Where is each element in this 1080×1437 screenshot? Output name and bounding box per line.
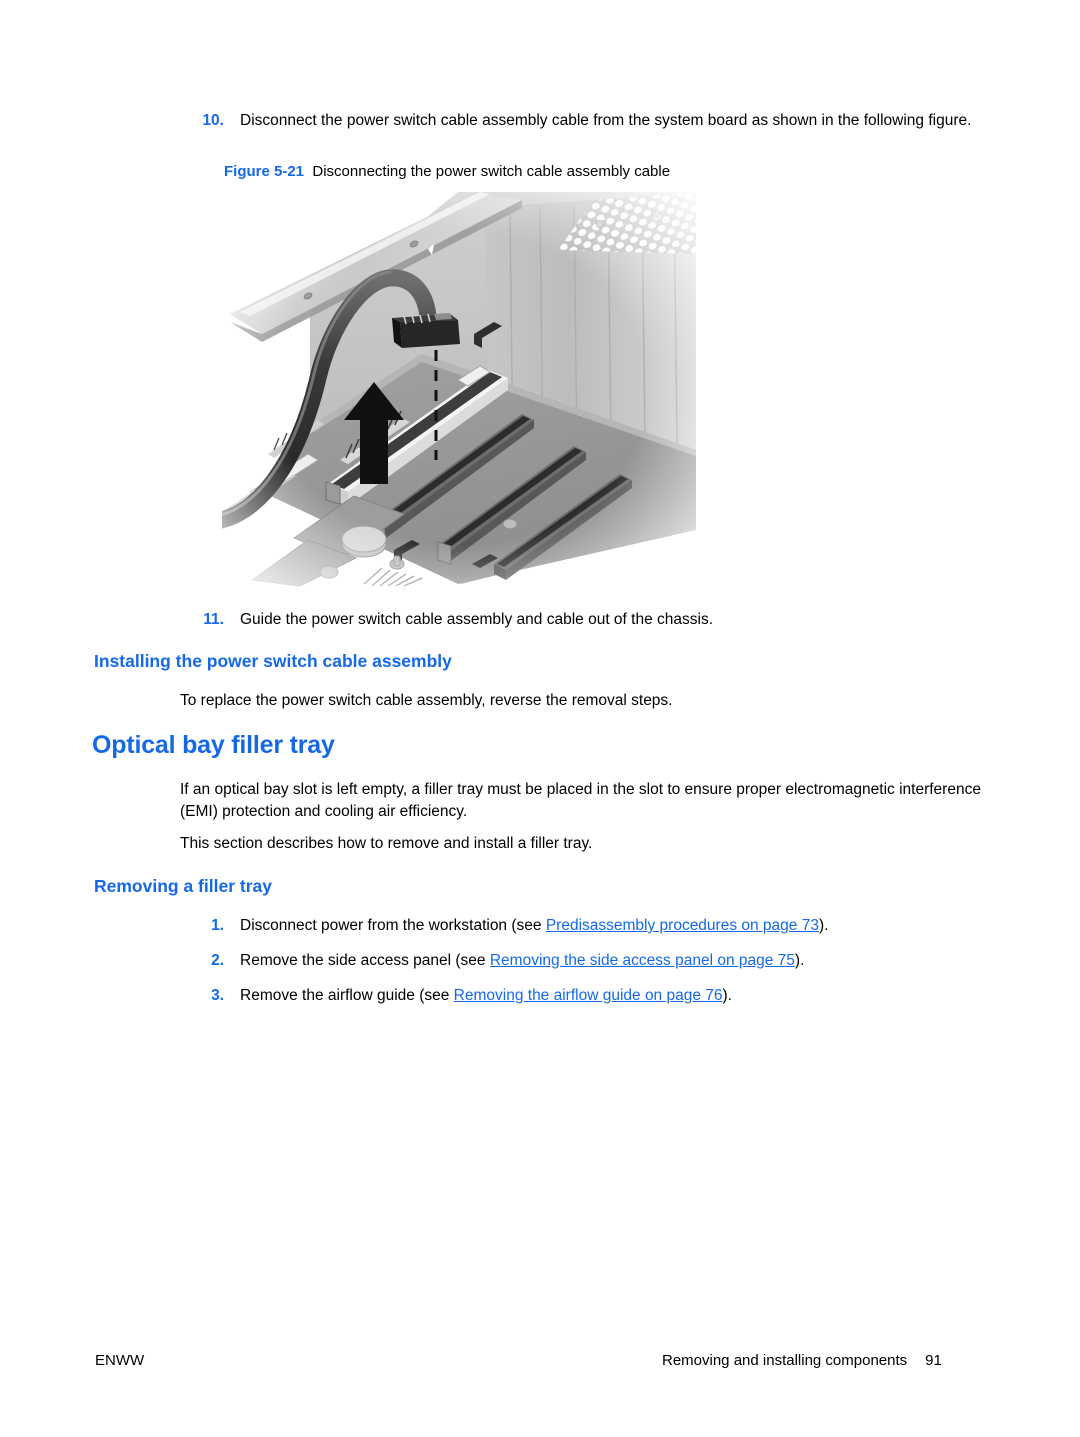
step-text: Disconnect the power switch cable assemb… — [240, 112, 972, 129]
cross-reference-link[interactable]: Removing the side access panel on page 7… — [490, 952, 795, 969]
step-number: 2. — [211, 952, 224, 969]
cross-reference-link[interactable]: Predisassembly procedures on page 73 — [546, 917, 819, 934]
chassis-illustration — [222, 192, 696, 586]
step-text-suffix: ). — [722, 987, 732, 1004]
figure-image — [222, 192, 696, 586]
step-number: 3. — [211, 987, 224, 1004]
step-number: 1. — [211, 917, 224, 934]
list-item: 11. Guide the power switch cable assembl… — [180, 609, 1005, 631]
page-title-optical-bay: Optical bay filler tray — [92, 731, 335, 759]
chassis-photo — [222, 192, 696, 586]
step-text: Disconnect power from the workstation (s… — [224, 915, 1005, 937]
paragraph-optical-2: This section describes how to remove and… — [180, 835, 593, 852]
figure-caption: Figure 5-21 Disconnecting the power swit… — [224, 163, 670, 180]
step-text: Remove the side access panel (see Removi… — [224, 950, 1005, 972]
step-number: 11. — [203, 611, 224, 628]
list-item: 10. Disconnect the power switch cable as… — [180, 110, 1005, 132]
document-page: 10. Disconnect the power switch cable as… — [0, 0, 1080, 1437]
footer-page-number: 91 — [925, 1352, 942, 1369]
paragraph-optical-1: If an optical bay slot is left empty, a … — [180, 781, 981, 821]
section-heading-installing: Installing the power switch cable assemb… — [94, 651, 452, 671]
footer-locale: ENWW — [95, 1352, 145, 1369]
footer-chapter: Removing and installing components 91 — [662, 1352, 942, 1369]
list-item: 1. Disconnect power from the workstation… — [180, 915, 1005, 937]
step-text: Remove the airflow guide (see Removing t… — [224, 985, 1005, 1007]
footer-chapter-title: Removing and installing components — [662, 1352, 908, 1369]
step-text-suffix: ). — [794, 952, 805, 969]
step-text-prefix: Remove the airflow guide (see — [240, 987, 454, 1004]
step-text-suffix: ). — [818, 917, 829, 934]
step-text-prefix: Disconnect power from the workstation (s… — [240, 917, 546, 934]
step-text-prefix: Remove the side access panel (see — [240, 952, 490, 969]
paragraph-installing: To replace the power switch cable assemb… — [180, 692, 673, 709]
list-item: 2. Remove the side access panel (see Rem… — [180, 950, 1005, 972]
step-text: Guide the power switch cable assembly an… — [240, 611, 714, 628]
figure-label: Figure 5-21 — [224, 163, 305, 180]
figure-caption-text: Disconnecting the power switch cable ass… — [312, 163, 671, 180]
step-number: 10. — [202, 112, 224, 129]
section-heading-removing: Removing a filler tray — [94, 876, 272, 896]
cross-reference-link[interactable]: Removing the airflow guide on page 76 — [454, 987, 723, 1004]
list-item: 3. Remove the airflow guide (see Removin… — [180, 985, 1005, 1007]
